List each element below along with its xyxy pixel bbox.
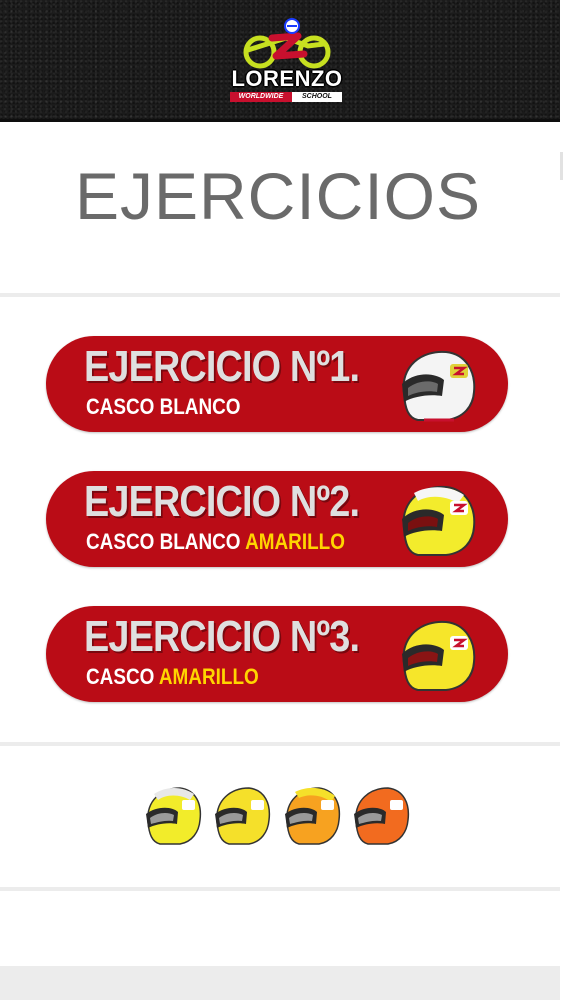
exercise-2-subtitle: CASCO BLANCO AMARILLO <box>86 529 345 555</box>
white-yellow-helmet-icon[interactable] <box>142 782 204 848</box>
exercise-3-subtitle-yellow: AMARILLO <box>158 664 259 689</box>
exercise-2-subtitle-yellow: AMARILLO <box>245 529 345 554</box>
white-helmet-icon <box>402 350 476 422</box>
yellow-helmet-icon <box>402 620 476 691</box>
orange-helmet-icon[interactable] <box>350 782 412 848</box>
exercise-3-button[interactable]: EJERCICIO Nº3. CASCO AMARILLO <box>46 606 508 702</box>
divider <box>0 293 560 297</box>
divider <box>0 742 560 746</box>
exercise-2-subtitle-white: CASCO BLANCO <box>86 529 241 554</box>
exercise-1-button[interactable]: EJERCICIO Nº1. CASCO BLANCO <box>46 336 508 432</box>
exercise-3-subtitle-white: CASCO <box>86 664 155 689</box>
divider <box>0 887 560 891</box>
exercise-1-subtitle-white: CASCO BLANCO <box>86 394 241 419</box>
footer-band <box>0 966 560 1000</box>
white-yellow-helmet-icon <box>402 485 476 556</box>
logo-tagline: WORLDWIDE SCHOOL <box>230 92 342 102</box>
app-header: LORENZO WORLDWIDE SCHOOL <box>0 0 560 122</box>
logo-wordmark: LORENZO <box>231 66 343 91</box>
logo-tagline-left: WORLDWIDE <box>230 92 292 102</box>
helmet-level-row <box>142 782 412 848</box>
orange-yellow-helmet-icon[interactable] <box>281 782 343 848</box>
logo-emblem-icon <box>243 18 331 69</box>
logo-tagline-right: SCHOOL <box>292 92 342 102</box>
exercise-3-subtitle: CASCO AMARILLO <box>86 664 259 690</box>
lorenzo-logo[interactable]: LORENZO WORLDWIDE SCHOOL <box>224 16 350 106</box>
exercise-1-subtitle: CASCO BLANCO <box>86 394 241 420</box>
exercise-3-title: EJERCICIO Nº3. <box>84 612 360 661</box>
page-title: EJERCICIOS <box>74 159 482 233</box>
exercise-1-title: EJERCICIO Nº1. <box>84 342 360 391</box>
exercise-2-button[interactable]: EJERCICIO Nº2. CASCO BLANCO AMARILLO <box>46 471 508 567</box>
exercise-2-title: EJERCICIO Nº2. <box>84 477 360 526</box>
yellow-helmet-icon[interactable] <box>211 782 273 848</box>
